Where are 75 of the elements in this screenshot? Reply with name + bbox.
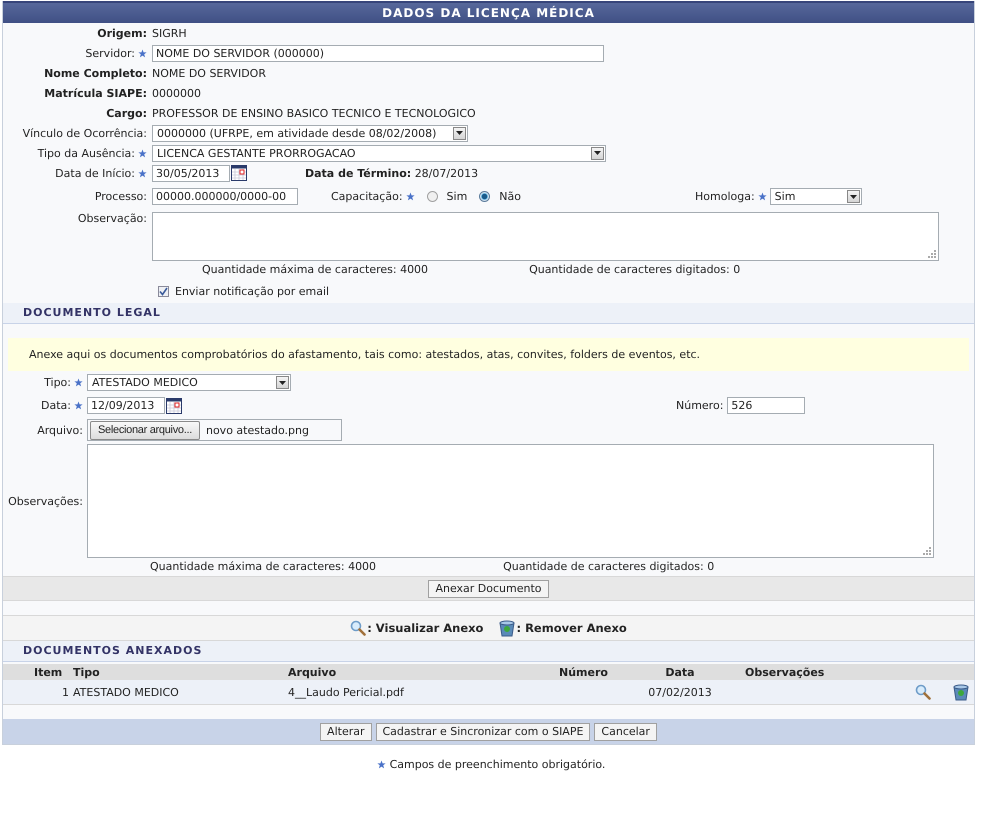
field-label: Matrícula SIAPE:: [44, 86, 147, 100]
checkbox[interactable]: [158, 286, 169, 296]
column-header: Número: [559, 666, 609, 678]
form-button[interactable]: Alterar: [320, 722, 372, 740]
number-field[interactable]: 526: [727, 397, 806, 414]
table-cell-text: 4__Laudo Pericial.pdf: [288, 686, 406, 698]
calendar-icon[interactable]: [166, 398, 182, 414]
column-header: Data: [664, 666, 696, 678]
field-value: SIGRH: [152, 26, 187, 40]
field-value: 28/07/2013: [414, 166, 478, 180]
attach-document-button[interactable]: Anexar Documento: [428, 580, 549, 598]
form-title: DADOS DA LICENÇA MÉDICA: [3, 1, 974, 23]
date-field[interactable]: 12/09/2013: [87, 397, 165, 414]
calendar-icon[interactable]: [231, 165, 247, 181]
typed-characters-text: Quantidade de caracteres digitados: 0: [503, 559, 714, 575]
field-label: Tipo:: [44, 376, 71, 389]
magnifier-icon[interactable]: [915, 684, 931, 700]
field-label: Servidor:: [85, 46, 135, 60]
field-value: PROFESSOR DE ENSINO BASICO TECNICO E TECNOLOGICO: [152, 106, 476, 120]
field-label: Cargo:: [106, 106, 147, 120]
field-label: Nome Completo:: [44, 66, 147, 80]
field-value: 0000000: [152, 86, 201, 100]
field-label: Capacitação:: [331, 190, 403, 203]
process-field[interactable]: 00000.000000/0000-00: [152, 188, 298, 205]
column-header: Observações: [744, 666, 826, 678]
legend-text: : Visualizar Anexo: [367, 621, 484, 635]
date-field[interactable]: 30/05/2013: [152, 164, 230, 182]
table-cell-text: ATESTADO MEDICO: [73, 686, 180, 698]
column-header: Item: [33, 666, 64, 678]
server-field[interactable]: NOME DO SERVIDOR (000000): [152, 44, 604, 62]
radio-label: Sim: [446, 190, 468, 203]
typed-characters-text: Quantidade de caracteres digitados: 0: [529, 262, 740, 278]
field-label: Vínculo de Ocorrência:: [22, 126, 147, 140]
field-label: Observação:: [78, 212, 147, 225]
link-dropdown[interactable]: 0000000 (UFRPE, em atividade desde 08/02/2008): [152, 124, 468, 142]
max-characters-text: Quantidade máxima de caracteres: 4000: [150, 559, 376, 575]
observations-text-area[interactable]: [87, 444, 934, 558]
radio-button[interactable]: [479, 191, 490, 202]
checkbox-label: Enviar notificação por email: [175, 284, 330, 298]
legend-text: : Remover Anexo: [516, 621, 627, 635]
resize-grip-icon[interactable]: [927, 249, 936, 258]
field-label: Processo:: [94, 190, 147, 203]
field-label: Observações:: [8, 494, 83, 508]
column-header: Tipo: [73, 666, 101, 678]
field-label: Arquivo:: [37, 424, 83, 436]
required-fields-note: Campos de preenchimento obrigatório.: [390, 758, 606, 771]
field-label: Tipo da Ausência:: [38, 146, 135, 160]
info-note: Anexe aqui os documentos comprobatórios do afastamento, tais como: atestados, atas, convites, folders de eventos, etc.: [8, 338, 969, 371]
max-characters-text: Quantidade máxima de caracteres: 4000: [202, 262, 428, 278]
field-label: Data:: [41, 399, 71, 412]
absence-type-dropdown[interactable]: LICENCA GESTANTE PRORROGACAO: [152, 144, 606, 162]
field-value: NOME DO SERVIDOR: [152, 66, 266, 80]
field-label: Origem:: [97, 26, 147, 40]
section-header: DOCUMENTO LEGAL: [3, 303, 974, 324]
required-star-icon: [376, 760, 386, 769]
field-label: Data de Início:: [55, 166, 135, 180]
radio-button[interactable]: [426, 191, 438, 202]
document-type-dropdown[interactable]: ATESTADO MEDICO: [87, 374, 291, 391]
resize-grip-icon[interactable]: [922, 546, 931, 555]
radio-label: Não: [499, 190, 521, 203]
field-label: Data de Término:: [305, 166, 412, 180]
file-field[interactable]: Selecionar arquivo... novo atestado.png: [87, 419, 342, 441]
magnifier-icon[interactable]: [350, 620, 366, 636]
section-header: DOCUMENTOS ANEXADOS: [3, 641, 974, 662]
field-label: Número:: [676, 399, 724, 412]
table-cell-text: 07/02/2013: [647, 686, 713, 698]
trash-icon[interactable]: [953, 684, 969, 700]
column-header: Arquivo: [288, 666, 338, 678]
field-label: Homologa:: [695, 190, 755, 203]
form-button[interactable]: Cadastrar e Sincronizar com o SIAPE: [376, 722, 590, 740]
observation-text-area[interactable]: [152, 212, 939, 261]
trash-icon[interactable]: [499, 620, 516, 636]
form-button[interactable]: Cancelar: [594, 722, 657, 740]
table-cell-text: 1: [61, 686, 70, 698]
homologate-dropdown[interactable]: Sim: [770, 188, 862, 205]
